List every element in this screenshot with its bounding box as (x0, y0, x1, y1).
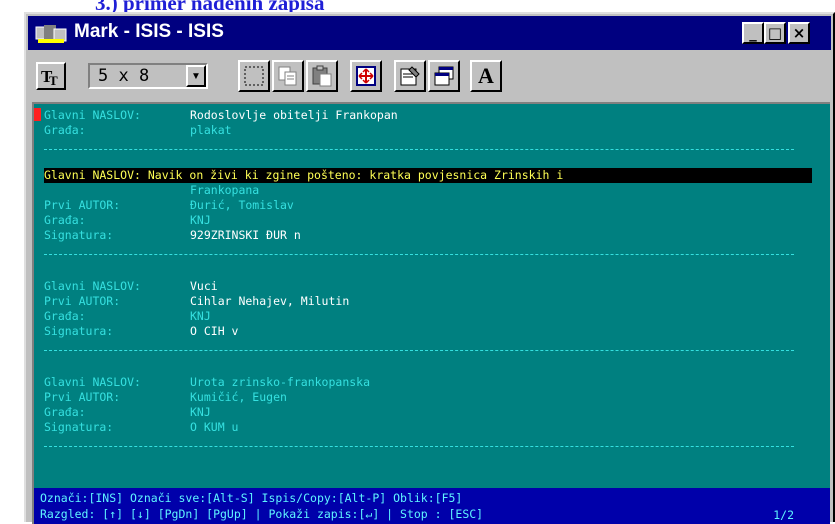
mark-icon (244, 66, 264, 86)
field-value: 929ZRINSKI ĐUR n (190, 228, 301, 242)
field-label: Glavni NASLOV: (44, 108, 141, 122)
field-label: Signatura: (44, 420, 114, 434)
record-field: Glavni NASLOV: Urota zrinsko-frankopanska (44, 375, 370, 390)
field-label: Signatura: (44, 228, 114, 242)
page-indicator: 1/2 (773, 508, 794, 522)
background-button[interactable] (428, 60, 460, 92)
copy-icon (278, 66, 297, 86)
record-field: Frankopana (44, 183, 259, 198)
record-field: Građa: KNJ (44, 405, 211, 420)
field-value-continuation: Frankopana (190, 183, 260, 197)
field-label: Građa: (44, 405, 86, 419)
mark-button[interactable] (238, 60, 270, 92)
field-label: Građa: (44, 309, 86, 323)
field-value: KNJ (190, 309, 211, 323)
maximize-icon: □ (767, 24, 783, 42)
highlighted-record-title[interactable]: Glavni NASLOV: Navik on živi ki zgine po… (44, 168, 812, 183)
status-shortcuts-line2: Razgled: [↑] [↓] [PgDn] [PgUp] | Pokaži … (40, 507, 484, 521)
properties-button[interactable] (394, 60, 426, 92)
record-field: Građa: KNJ (44, 213, 211, 228)
text-cursor (34, 108, 41, 121)
app-window: Mark - ISIS - ISIS _ □ × T T 5 x 8 ▼ A G… (24, 12, 835, 524)
record-separator (44, 149, 794, 150)
status-shortcuts-line1: Označi:[INS] Označi sve:[Alt-S] Ispis/Co… (40, 491, 463, 505)
window-title: Mark - ISIS - ISIS (74, 21, 224, 42)
font-button[interactable]: T T (36, 62, 66, 90)
paste-button[interactable] (306, 60, 338, 92)
record-field: Građa: KNJ (44, 309, 211, 324)
font-size-select[interactable]: 5 x 8 ▼ (88, 63, 208, 89)
font-a-icon: A (478, 63, 494, 88)
close-icon: × (792, 24, 806, 42)
field-label: Signatura: (44, 324, 114, 338)
record-field: Građa: plakat (44, 123, 232, 138)
fullscreen-icon (356, 66, 376, 86)
field-label: Glavni NASLOV: (44, 279, 141, 293)
font-a-button[interactable]: A (470, 60, 502, 92)
field-value: Cihlar Nehajev, Milutin (190, 294, 350, 308)
paste-icon (312, 65, 332, 87)
field-label: Glavni NASLOV: (44, 375, 141, 389)
record-separator (44, 254, 794, 255)
record-separator (44, 446, 794, 447)
minimize-icon: _ (749, 24, 757, 42)
record-field: Prvi AUTOR: Đurić, Tomislav (44, 198, 294, 213)
copy-button[interactable] (272, 60, 304, 92)
close-button[interactable]: × (788, 22, 810, 44)
maximize-button[interactable]: □ (764, 22, 786, 44)
field-label: Građa: (44, 213, 86, 227)
app-icon[interactable] (34, 21, 68, 45)
field-value: Vuci (190, 279, 218, 293)
status-bar: Označi:[INS] Označi sve:[Alt-S] Ispis/Co… (34, 488, 830, 524)
fullscreen-button[interactable] (350, 60, 382, 92)
minimize-button[interactable]: _ (742, 22, 764, 44)
chevron-down-icon[interactable]: ▼ (186, 65, 206, 87)
record-field: Prvi AUTOR: Cihlar Nehajev, Milutin (44, 294, 349, 309)
field-value: KNJ (190, 213, 211, 227)
toolbar: T T 5 x 8 ▼ A (32, 56, 829, 96)
console-area[interactable]: Glavni NASLOV: Rodoslovlje obitelji Frank… (32, 102, 830, 524)
field-value: O CIH v (190, 324, 239, 338)
record-field: Glavni NASLOV: Rodoslovlje obitelji Frank… (44, 108, 398, 123)
field-value: O KUM u (190, 420, 239, 434)
background-icon (434, 66, 454, 86)
font-size-value: 5 x 8 (98, 66, 150, 86)
record-field: Prvi AUTOR: Kumičić, Eugen (44, 390, 287, 405)
record-separator (44, 350, 794, 351)
field-value: Kumičić, Eugen (190, 390, 287, 404)
field-label: Prvi AUTOR: (44, 390, 121, 404)
field-label: Građa: (44, 123, 86, 137)
field-label: Prvi AUTOR: (44, 198, 121, 212)
font-icon: T T (41, 67, 58, 86)
record-field: Signatura: O CIH v (44, 324, 238, 339)
field-value: Rodoslovlje obitelji Frankopan (190, 108, 398, 122)
field-label: Prvi AUTOR: (44, 294, 121, 308)
field-value: Đurić, Tomislav (190, 198, 294, 212)
title-bar[interactable]: Mark - ISIS - ISIS _ □ × (28, 16, 831, 50)
field-value: KNJ (190, 405, 211, 419)
record-field: Signatura: 929ZRINSKI ĐUR n (44, 228, 301, 243)
field-value: Urota zrinsko-frankopanska (190, 375, 371, 389)
svg-text:T: T (49, 73, 58, 86)
record-field: Glavni NASLOV: Vuci (44, 279, 218, 294)
field-value: plakat (190, 123, 232, 137)
record-field: Signatura: O KUM u (44, 420, 238, 435)
properties-icon (400, 66, 420, 86)
